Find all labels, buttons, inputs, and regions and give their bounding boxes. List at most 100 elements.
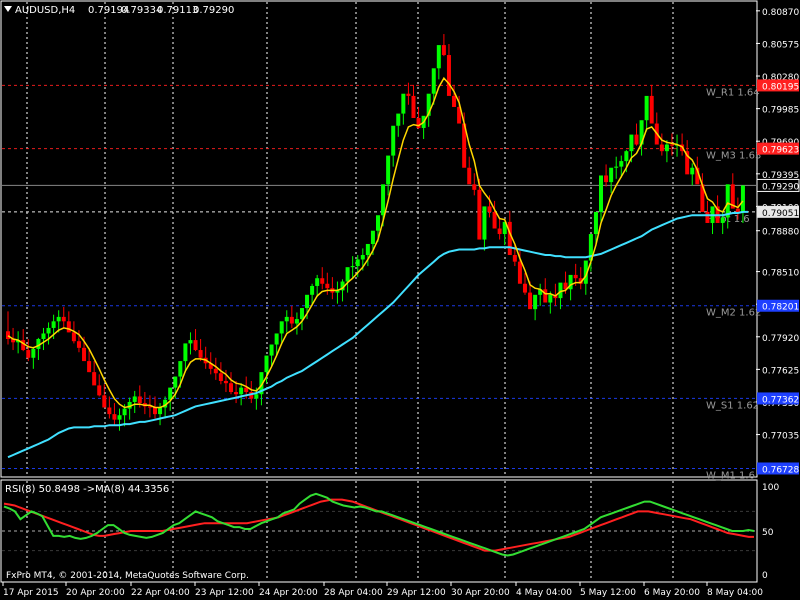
candle-body-85	[436, 45, 441, 69]
candle-body-37	[193, 340, 198, 351]
candle-body-51	[264, 355, 269, 373]
rsi-tick-0: 100	[762, 483, 779, 493]
candle-body-119	[609, 167, 614, 183]
y-tick-label-0: 0.80870	[762, 8, 799, 18]
level-name-5: W_S1 1.62	[706, 400, 759, 411]
candle-body-130	[664, 144, 669, 152]
candle-body-15	[82, 347, 87, 362]
candle-body-21	[112, 414, 117, 420]
rsi-tick-2: 0	[762, 571, 768, 581]
x-tick-label-9: 5 May 12:00	[580, 588, 636, 598]
candle-body-45	[234, 392, 239, 395]
level-tag-3: 0.79051	[762, 209, 799, 219]
candle-body-104	[533, 294, 538, 310]
candle-body-30	[158, 407, 163, 415]
candle-body-75	[386, 155, 391, 185]
level-name-0: W_R1 1.64	[706, 87, 760, 98]
candle-body-78	[401, 93, 406, 114]
candle-body-138	[705, 211, 710, 223]
x-tick-label-7: 30 Apr 20:00	[451, 588, 510, 598]
candle-body-142	[725, 184, 730, 218]
candle-body-73	[376, 215, 380, 231]
candle-body-18	[97, 385, 102, 396]
candle-body-10	[56, 316, 61, 322]
level-name-6: W_M1 1.6	[706, 470, 755, 481]
candle-body-123	[629, 134, 634, 152]
candle-body-70	[360, 255, 365, 260]
candle-body-126	[644, 95, 649, 121]
x-tick-label-6: 29 Apr 12:00	[387, 588, 446, 598]
candle-body-41	[213, 368, 218, 374]
candle-body-141	[720, 217, 725, 223]
level-tag-0: 0.80195	[762, 82, 799, 92]
candle-body-107	[548, 294, 553, 303]
candle-body-43	[223, 380, 228, 384]
level-tag-1: 0.79623	[762, 146, 799, 156]
candle-body-26	[137, 396, 142, 404]
candle-body-96	[492, 211, 497, 229]
y-tick-label-8: 0.78510	[762, 269, 799, 279]
x-tick-label-0: 17 Apr 2015	[3, 588, 59, 598]
candle-body-87	[446, 55, 451, 96]
candle-body-100	[512, 255, 517, 262]
candle-body-42	[218, 373, 223, 381]
candle-body-14	[76, 341, 81, 348]
level-tag-6: 0.76728	[762, 465, 799, 475]
candle-body-63	[325, 283, 330, 289]
candle-body-72	[370, 230, 375, 244]
candle-body-120	[614, 166, 619, 168]
candle-body-127	[649, 95, 654, 124]
candle-body-61	[315, 278, 320, 286]
candle-body-35	[183, 343, 188, 362]
candle-body-99	[507, 221, 512, 256]
level-name-4: W_M2 1.62	[706, 308, 761, 319]
candle-body-11	[61, 316, 66, 322]
copyright-text: FxPro MT4, © 2001-2014, MetaQuotes Softw…	[6, 571, 249, 581]
candle-body-97	[497, 228, 502, 235]
candle-body-56	[289, 316, 294, 324]
candle-body-9	[51, 321, 56, 328]
candle-body-145	[740, 185, 745, 212]
chart-window[interactable]: W_R1 1.64W_M3 1.63Pivot 1.6W_M2 1.62W_S1…	[0, 0, 800, 600]
candle-body-124	[634, 134, 639, 145]
candle-body-92	[472, 184, 477, 190]
x-tick-label-5: 28 Apr 04:00	[324, 588, 383, 598]
candle-body-80	[411, 95, 416, 119]
candle-body-101	[517, 261, 522, 284]
candle-body-77	[396, 113, 401, 126]
level-tag-4: 0.78201	[762, 303, 799, 313]
candle-body-69	[355, 259, 360, 267]
candle-body-121	[619, 161, 624, 167]
candle-body-84	[431, 68, 436, 94]
candle-body-116	[593, 211, 598, 235]
candle-body-95	[487, 206, 492, 212]
candle-body-19	[102, 395, 107, 408]
candle-body-17	[92, 372, 97, 386]
candle-body-55	[284, 316, 289, 322]
candle-body-68	[350, 266, 355, 268]
x-tick-label-4: 24 Apr 20:00	[259, 588, 318, 598]
candle-body-8	[46, 327, 51, 334]
candle-body-94	[482, 206, 487, 240]
chart-background	[0, 0, 800, 600]
x-tick-label-10: 6 May 20:00	[644, 588, 700, 598]
candle-body-36	[188, 340, 193, 344]
header-close: 0.79290	[193, 5, 234, 16]
candle-body-131	[669, 144, 674, 146]
y-tick-label-1: 0.80575	[762, 40, 799, 50]
candle-body-23	[122, 408, 127, 416]
candle-body-60	[310, 285, 315, 295]
candle-body-20	[107, 407, 112, 415]
candle-body-106	[543, 289, 548, 303]
rsi-title: RSI(8) 50.8498 ->MA(8) 44.3356	[5, 484, 169, 495]
candle-body-122	[624, 151, 629, 162]
candle-body-112	[573, 274, 578, 279]
y-tick-label-13: 0.77035	[762, 432, 799, 442]
candle-body-135	[690, 167, 695, 175]
candle-body-25	[132, 396, 137, 402]
candle-body-79	[406, 93, 411, 96]
level-name-1: W_M3 1.63	[706, 151, 761, 162]
y-tick-label-11: 0.77625	[762, 366, 799, 376]
candle-body-71	[365, 243, 370, 256]
candle-body-52	[269, 344, 274, 356]
